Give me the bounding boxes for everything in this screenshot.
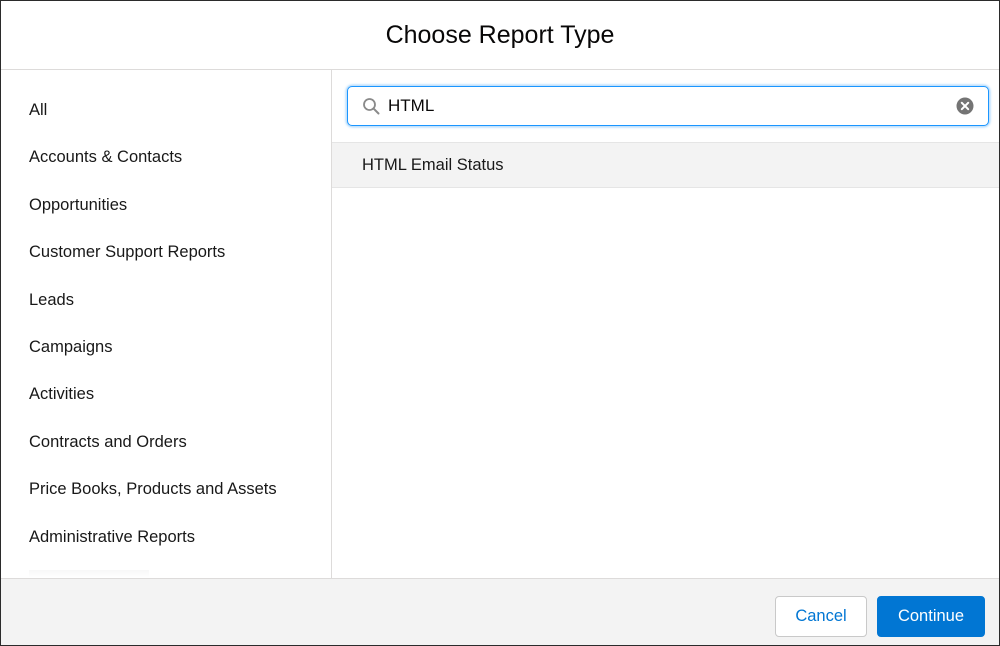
category-list: All Accounts & Contacts Opportunities Cu… xyxy=(29,92,277,566)
continue-button[interactable]: Continue xyxy=(877,596,985,637)
category-sidebar: All Accounts & Contacts Opportunities Cu… xyxy=(1,70,332,578)
report-type-label: HTML Email Status xyxy=(362,155,504,174)
modal-body: All Accounts & Contacts Opportunities Cu… xyxy=(1,70,999,578)
search-box xyxy=(347,86,989,126)
sidebar-item-administrative-reports[interactable]: Administrative Reports xyxy=(29,519,277,566)
report-type-results: HTML Email Status xyxy=(332,142,999,188)
list-item[interactable]: HTML Email Status xyxy=(332,142,999,188)
choose-report-type-modal: Choose Report Type All Accounts & Contac… xyxy=(0,0,1000,646)
sidebar-item-activities[interactable]: Activities xyxy=(29,376,277,423)
sidebar-item-price-books-products-assets[interactable]: Price Books, Products and Assets xyxy=(29,471,277,518)
modal-footer: Cancel Continue xyxy=(1,578,999,645)
sidebar-item-all[interactable]: All xyxy=(29,92,277,139)
sidebar-item-leads[interactable]: Leads xyxy=(29,282,277,329)
sidebar-item-accounts-contacts[interactable]: Accounts & Contacts xyxy=(29,139,277,186)
report-type-panel: HTML Email Status xyxy=(332,70,999,578)
sidebar-item-contracts-orders[interactable]: Contracts and Orders xyxy=(29,424,277,471)
modal-header: Choose Report Type xyxy=(1,1,999,70)
sidebar-scroll-overflow xyxy=(29,570,149,578)
cancel-button[interactable]: Cancel xyxy=(775,596,867,637)
modal-title: Choose Report Type xyxy=(385,20,615,49)
sidebar-item-opportunities[interactable]: Opportunities xyxy=(29,187,277,234)
clear-icon[interactable] xyxy=(956,97,974,115)
search-icon xyxy=(362,97,380,115)
sidebar-item-campaigns[interactable]: Campaigns xyxy=(29,329,277,376)
search-input[interactable] xyxy=(388,92,948,120)
sidebar-item-customer-support-reports[interactable]: Customer Support Reports xyxy=(29,234,277,281)
